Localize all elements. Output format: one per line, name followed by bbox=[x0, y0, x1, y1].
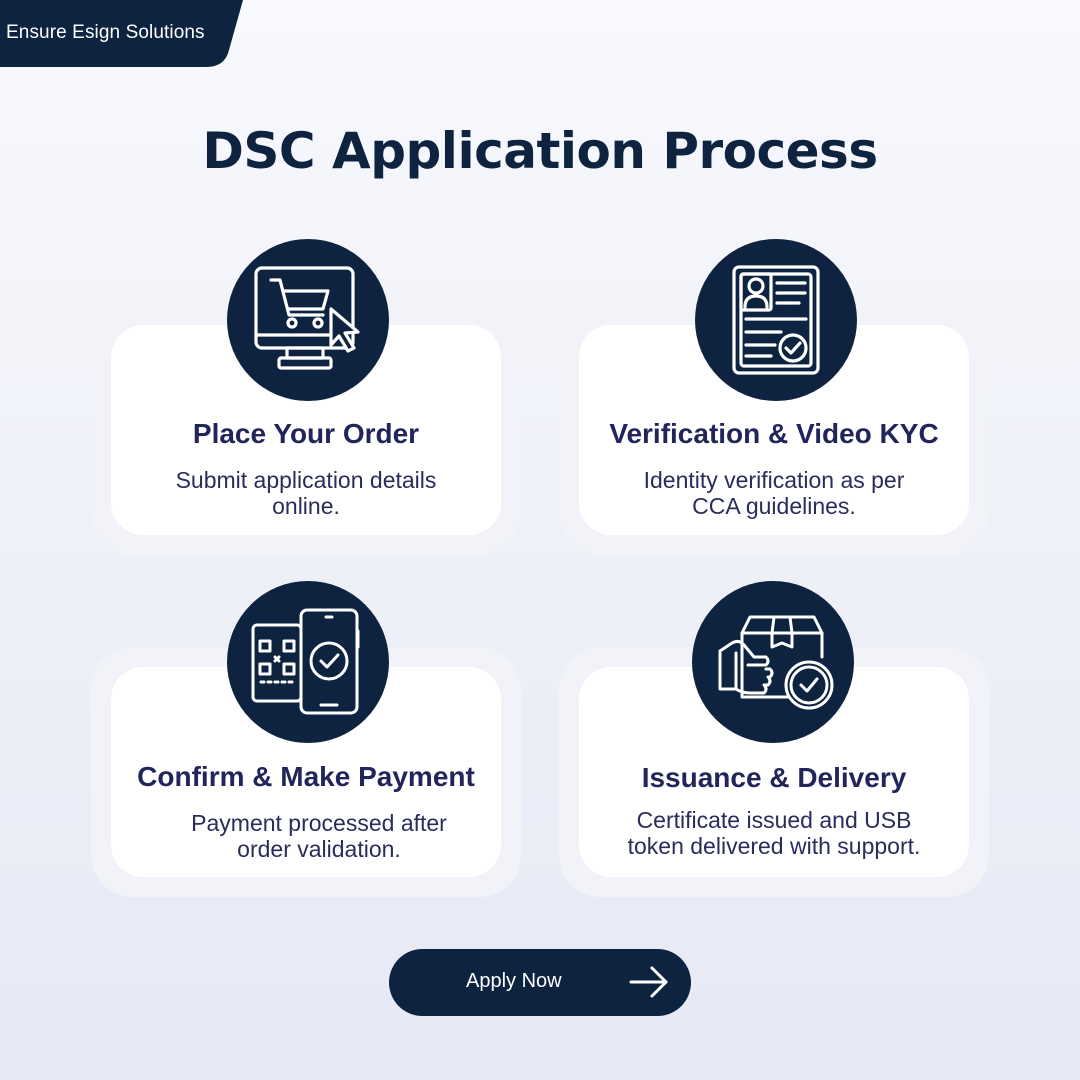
brand-tag: Ensure Esign Solutions bbox=[0, 0, 245, 67]
step-description-line: CCA guidelines. bbox=[692, 493, 856, 519]
id-document-check-icon bbox=[695, 239, 857, 401]
step-description-line: Submit application details bbox=[175, 467, 437, 493]
step-description-line: Payment processed after bbox=[191, 810, 447, 836]
step-description-line: token delivered with support. bbox=[627, 833, 921, 859]
shopping-cart-monitor-icon bbox=[227, 239, 389, 401]
step-title: Verification & Video KYC bbox=[609, 418, 939, 449]
step-description-line: online. bbox=[272, 493, 340, 519]
package-delivery-icon bbox=[692, 581, 854, 743]
step-title: Issuance & Delivery bbox=[641, 762, 907, 793]
step-description-line: order validation. bbox=[237, 836, 401, 862]
step-title: Place Your Order bbox=[192, 418, 420, 449]
page-title: DSC Application Process bbox=[202, 122, 878, 180]
apply-now-label: Apply Now bbox=[466, 970, 562, 992]
qr-phone-payment-icon bbox=[227, 581, 389, 743]
step-description-line: Identity verification as per bbox=[643, 467, 905, 493]
step-description: Certificate issued and USB token deliver… bbox=[589, 807, 959, 859]
step-title: Confirm & Make Payment bbox=[137, 761, 475, 792]
step-description-line: Certificate issued and USB bbox=[636, 807, 912, 833]
brand-name: Ensure Esign Solutions bbox=[6, 22, 205, 43]
arrow-right-icon[interactable] bbox=[628, 964, 670, 1000]
step-description: Identity verification as per CCA guideli… bbox=[599, 467, 949, 519]
step-description: Payment processed after order validation… bbox=[157, 810, 481, 862]
step-description: Submit application details online. bbox=[131, 467, 481, 519]
